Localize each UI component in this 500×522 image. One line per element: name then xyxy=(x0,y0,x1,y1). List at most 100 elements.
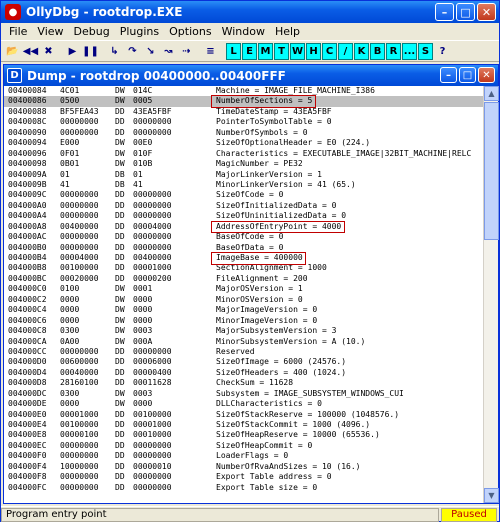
step-over-icon[interactable]: ↷ xyxy=(124,43,141,60)
table-row[interactable]: 004000FC 00000000 DD 00000000 Export Table s… xyxy=(4,483,484,493)
close-button[interactable]: ✕ xyxy=(477,3,496,21)
table-row[interactable]: 0040009B 41 DB 41 MinorLinkerVersion = 41 (6… xyxy=(4,180,484,190)
row-value: 00006000 xyxy=(133,357,172,367)
row-hex: 0000 xyxy=(60,399,80,409)
step-into-icon[interactable]: ↳ xyxy=(106,43,123,60)
row-comment: DLLCharacteristics = 0 xyxy=(216,399,322,409)
row-hex: 00000000 xyxy=(60,190,99,200)
row-address: 004000EC xyxy=(8,440,47,450)
dump-close-button[interactable]: ✕ xyxy=(478,67,495,83)
menu-view[interactable]: View xyxy=(32,25,68,38)
table-row[interactable]: 004000DE 0000 DW 0000 DLLCharacteristics = 0 xyxy=(4,399,484,409)
table-row[interactable]: 0040008C 00000000 DD 00000000 PointerToSymbo… xyxy=(4,117,484,127)
window-button-w[interactable]: W xyxy=(290,42,305,60)
close-program-icon[interactable]: ✖ xyxy=(40,43,57,60)
trace-over-icon[interactable]: ↝ xyxy=(160,43,177,60)
help-icon[interactable]: ? xyxy=(434,43,451,60)
table-row[interactable]: 004000D0 00600000 DD 00006000 SizeOfImage = … xyxy=(4,357,484,367)
table-row[interactable]: 004000C6 0000 DW 0000 MinorImageVersion = 0 xyxy=(4,316,484,326)
restart-icon[interactable]: ◀◀ xyxy=(22,43,39,60)
open-file-icon[interactable]: 📂 xyxy=(4,43,21,60)
menu-debug[interactable]: Debug xyxy=(69,25,115,38)
table-row[interactable]: 004000C2 0000 DW 0000 MinorOSVersion = 0 xyxy=(4,295,484,305)
row-address: 004000F0 xyxy=(8,451,47,461)
table-row[interactable]: 00400098 0B01 DW 010B MagicNumber = PE32 xyxy=(4,159,484,169)
row-comment: MinorLinkerVersion = 41 (65.) xyxy=(216,179,356,189)
window-button-dots[interactable]: ... xyxy=(402,42,417,60)
menu-help[interactable]: Help xyxy=(270,25,305,38)
row-value: 0005 xyxy=(133,96,153,106)
table-row[interactable]: 004000A0 00000000 DD 00000000 SizeOfInitiali… xyxy=(4,201,484,211)
table-row[interactable]: 004000F8 00000000 DD 00000000 Export Table a… xyxy=(4,472,484,482)
table-row[interactable]: 004000BC 00020000 DD 00000200 FileAlignment … xyxy=(4,274,484,284)
row-value: 00000200 xyxy=(133,273,172,283)
menu-options[interactable]: Options xyxy=(164,25,216,38)
table-row[interactable]: 004000D8 28160100 DD 00011628 CheckSum = 116… xyxy=(4,378,484,388)
table-row[interactable]: 004000E8 00000100 DD 00010000 SizeOfHeapRese… xyxy=(4,430,484,440)
table-row[interactable]: 0040009C 00000000 DD 00000000 SizeOfCode = 0 xyxy=(4,190,484,200)
scroll-up-arrow-icon[interactable]: ▲ xyxy=(484,86,499,101)
scroll-down-arrow-icon[interactable]: ▼ xyxy=(484,488,499,503)
row-type: DW xyxy=(115,294,125,304)
window-button-r[interactable]: R xyxy=(386,42,401,60)
window-button-m[interactable]: M xyxy=(258,42,273,60)
maximize-button[interactable]: □ xyxy=(456,3,475,21)
row-type: DD xyxy=(115,357,125,367)
trace-into-icon[interactable]: ↘ xyxy=(142,43,159,60)
row-type: DD xyxy=(115,461,125,471)
pause-icon[interactable]: ❚❚ xyxy=(82,43,99,60)
dump-maximize-button[interactable]: □ xyxy=(459,67,476,83)
window-button-s[interactable]: S xyxy=(418,42,433,60)
scroll-thumb[interactable] xyxy=(484,102,499,240)
table-row[interactable]: 004000E4 00100000 DD 00001000 SizeOfStackCom… xyxy=(4,420,484,430)
mdi-client-area: D Dump - rootdrop 00400000..00400FFF – □… xyxy=(3,64,499,504)
row-hex: 00000000 xyxy=(60,127,99,137)
window-button-b[interactable]: B xyxy=(370,42,385,60)
row-type: DD xyxy=(115,232,125,242)
row-hex: 00000000 xyxy=(60,346,99,356)
table-row[interactable]: 004000B8 00100000 DD 00001000 SectionAlignme… xyxy=(4,263,484,273)
row-value: 00E0 xyxy=(133,138,153,148)
window-button-c[interactable]: C xyxy=(322,42,337,60)
row-comment: Characteristics = EXECUTABLE_IMAGE|32BIT… xyxy=(216,148,472,158)
dump-table[interactable]: 00400084 4C01 DW 014C Machine = IMAGE_FILE_M… xyxy=(4,86,484,503)
table-row[interactable]: 004000AC 00000000 DD 00000000 BaseOfCode = 0 xyxy=(4,232,484,242)
toolbar: 📂 ◀◀ ✖ ▶ ❚❚ ↳ ↷ ↘ ↝ ⇢ ≡ L E M T W H C / … xyxy=(1,40,499,62)
window-button-e[interactable]: E xyxy=(242,42,257,60)
dump-minimize-button[interactable]: – xyxy=(440,67,457,83)
window-button-h[interactable]: H xyxy=(306,42,321,60)
window-button-l[interactable]: L xyxy=(226,42,241,60)
table-row[interactable]: 00400088 BF5FEA43 DD 43EA5FBF TimeDateStamp … xyxy=(4,107,484,117)
row-type: DD xyxy=(115,420,125,429)
table-row[interactable]: 004000CA 0A00 DW 000A MinorSubsystemVersion … xyxy=(4,337,484,347)
table-row[interactable]: 004000C8 0300 DW 0003 MajorSubsystemVersion … xyxy=(4,326,484,336)
row-type: DD xyxy=(115,253,125,262)
table-row[interactable]: 004000C0 0100 DW 0001 MajorOSVersion = 1 xyxy=(4,284,484,294)
menu-window[interactable]: Window xyxy=(217,25,270,38)
table-row[interactable]: 00400096 0F01 DW 010F Characteristics = EXEC… xyxy=(4,149,484,159)
table-row[interactable]: 0040009A 01 DB 01 MajorLinkerVersion = 1 xyxy=(4,170,484,180)
table-row[interactable]: 004000CC 00000000 DD 00000000 Reserved xyxy=(4,347,484,357)
table-row[interactable]: 004000F4 10000000 DD 00000010 NumberOfRvaAnd… xyxy=(4,462,484,472)
menu-file[interactable]: File xyxy=(4,25,32,38)
table-row[interactable]: 00400094 E000 DW 00E0 SizeOfOptionalHeader =… xyxy=(4,138,484,148)
go-to-address-icon[interactable]: ≡ xyxy=(202,43,219,60)
table-row[interactable]: 004000E0 00001000 DD 00100000 SizeOfStackRes… xyxy=(4,410,484,420)
menu-plugins[interactable]: Plugins xyxy=(115,25,164,38)
table-row[interactable]: 004000DC 0300 DW 0003 Subsystem = IMAGE_SUBS… xyxy=(4,389,484,399)
table-row[interactable]: 004000F0 00000000 DD 00000000 LoaderFlags = … xyxy=(4,451,484,461)
run-icon[interactable]: ▶ xyxy=(64,43,81,60)
table-row[interactable]: 004000C4 0000 DW 0000 MajorImageVersion = 0 xyxy=(4,305,484,315)
window-button-k[interactable]: K xyxy=(354,42,369,60)
execute-till-return-icon[interactable]: ⇢ xyxy=(178,43,195,60)
row-type: DW xyxy=(115,388,125,398)
table-row[interactable]: 004000EC 00000000 DD 00000000 SizeOfHeapComm… xyxy=(4,441,484,451)
row-comment: SizeOfInitializedData = 0 xyxy=(216,200,337,210)
vertical-scrollbar[interactable]: ▲ ▼ xyxy=(483,86,499,503)
window-button-t[interactable]: T xyxy=(274,42,289,60)
table-row[interactable]: 00400090 00000000 DD 00000000 NumberOfSymbol… xyxy=(4,128,484,138)
window-button-slash[interactable]: / xyxy=(338,42,353,60)
table-row[interactable]: 004000D4 00040000 DD 00000400 SizeOfHeaders … xyxy=(4,368,484,378)
minimize-button[interactable]: – xyxy=(435,3,454,21)
dump-window-icon: D xyxy=(7,68,22,83)
